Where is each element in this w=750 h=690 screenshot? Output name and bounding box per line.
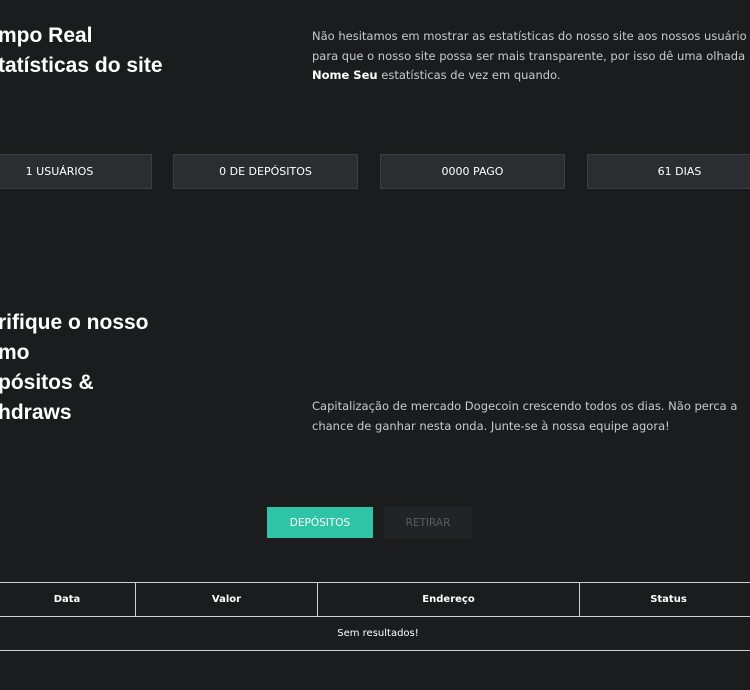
stat-days: 61 DIAS bbox=[587, 154, 750, 189]
table-row: Sem resultados! bbox=[0, 616, 750, 651]
stat-paid-label: 0000 PAGO bbox=[441, 165, 504, 178]
tab-deposits[interactable]: DEPÓSITOS bbox=[267, 507, 373, 538]
column-header-address: Endereço bbox=[317, 582, 580, 617]
verify-heading-line-2: mo bbox=[0, 341, 30, 364]
transactions-table: Data Valor Endereço Status Sem resultado… bbox=[0, 582, 750, 651]
stats-heading: mpo Real tatísticas do site bbox=[0, 21, 163, 81]
column-header-status: Status bbox=[579, 582, 750, 617]
stats-description: Não hesitamos em mostrar as estatísticas… bbox=[312, 27, 747, 86]
column-header-value: Valor bbox=[135, 582, 318, 617]
stats-description-line-3-rest: estatísticas de vez em quando. bbox=[377, 68, 561, 82]
stat-paid: 0000 PAGO bbox=[380, 154, 565, 189]
stat-deposits-label: 0 DE DEPÓSITOS bbox=[219, 165, 312, 178]
stats-description-line-3: Nome Seu estatísticas de vez em quando. bbox=[312, 66, 747, 86]
verify-heading: rifique o nosso mo pósitos & hdraws bbox=[0, 308, 149, 428]
verify-description: Capitalização de mercado Dogecoin cresce… bbox=[312, 397, 737, 436]
stat-users: 1 USUÁRIOS bbox=[0, 154, 152, 189]
empty-results-message: Sem resultados! bbox=[0, 616, 750, 651]
column-header-date: Data bbox=[0, 582, 136, 617]
stat-days-label: 61 DIAS bbox=[657, 165, 702, 178]
tab-withdraw[interactable]: RETIRAR bbox=[384, 507, 472, 538]
verify-heading-line-4: hdraws bbox=[0, 401, 72, 424]
stats-heading-line-1: mpo Real bbox=[0, 24, 93, 47]
stats-description-line-1: Não hesitamos em mostrar as estatísticas… bbox=[312, 29, 747, 43]
stats-heading-line-2: tatísticas do site bbox=[0, 54, 163, 77]
verify-heading-line-3: pósitos & bbox=[0, 371, 94, 394]
stat-deposits: 0 DE DEPÓSITOS bbox=[173, 154, 358, 189]
stats-description-line-2: para que o nosso site possa ser mais tra… bbox=[312, 48, 746, 63]
site-name: Nome Seu bbox=[312, 68, 378, 82]
verify-heading-line-1: rifique o nosso bbox=[0, 311, 149, 334]
verify-description-line-1: Capitalização de mercado Dogecoin cresce… bbox=[312, 399, 738, 413]
stat-users-label: 1 USUÁRIOS bbox=[25, 165, 94, 178]
verify-description-line-2: chance de ganhar nesta onda. Junte-se à … bbox=[312, 418, 670, 433]
table-header-row: Data Valor Endereço Status bbox=[0, 582, 750, 617]
